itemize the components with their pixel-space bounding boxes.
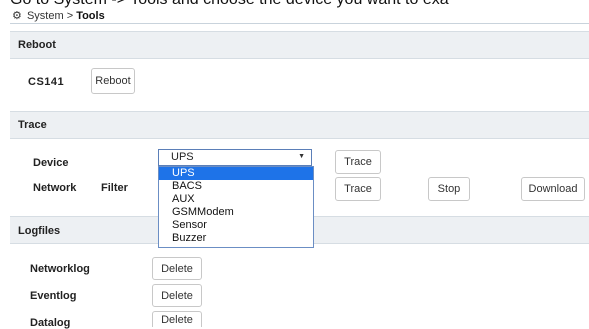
device-select[interactable]: UPS ▼ bbox=[158, 149, 312, 166]
download-button[interactable]: Download bbox=[521, 177, 585, 201]
dropdown-option-gsmmodem[interactable]: GSMModem bbox=[159, 206, 313, 219]
dropdown-option-ups[interactable]: UPS bbox=[159, 167, 313, 181]
dropdown-option-sensor[interactable]: Sensor bbox=[159, 219, 313, 232]
dropdown-option-buzzer[interactable]: Buzzer bbox=[159, 232, 313, 245]
device-trace-button[interactable]: Trace bbox=[335, 150, 381, 174]
filter-label: Filter bbox=[101, 182, 128, 194]
network-trace-button[interactable]: Trace bbox=[335, 177, 381, 201]
network-label: Network bbox=[33, 182, 77, 194]
stop-button[interactable]: Stop bbox=[428, 177, 470, 201]
reboot-device-label: CS141 bbox=[28, 76, 65, 88]
eventlog-label: Eventlog bbox=[30, 290, 77, 302]
breadcrumb-separator: > bbox=[66, 10, 74, 22]
caret-down-icon: ▼ bbox=[298, 153, 305, 160]
datalog-label: Datalog bbox=[30, 317, 71, 329]
device-dropdown-list: UPS BACS AUX GSMModem Sensor Buzzer bbox=[158, 166, 314, 248]
gear-icon: ⚙ bbox=[12, 10, 22, 22]
eventlog-delete-button[interactable]: Delete bbox=[152, 284, 202, 307]
breadcrumb-root[interactable]: System bbox=[27, 10, 64, 22]
dropdown-option-aux[interactable]: AUX bbox=[159, 193, 313, 206]
breadcrumb-current: Tools bbox=[76, 10, 105, 22]
trace-section-title: Trace bbox=[18, 119, 47, 131]
logfiles-section-title: Logfiles bbox=[18, 225, 61, 237]
device-label: Device bbox=[33, 157, 69, 169]
reboot-button[interactable]: Reboot bbox=[91, 68, 135, 94]
datalog-delete-button[interactable]: Delete bbox=[152, 311, 202, 327]
reboot-section-title: Reboot bbox=[18, 39, 56, 51]
networklog-label: Networklog bbox=[30, 263, 90, 275]
breadcrumb-divider bbox=[10, 23, 589, 24]
dropdown-option-bacs[interactable]: BACS bbox=[159, 180, 313, 193]
trace-section-header bbox=[10, 111, 589, 139]
instruction-caption: Go to System -> Tools and choose the dev… bbox=[10, 0, 449, 9]
device-select-value: UPS bbox=[171, 151, 194, 163]
breadcrumb: ⚙ System > Tools bbox=[12, 9, 105, 22]
reboot-section-header bbox=[10, 31, 589, 59]
networklog-delete-button[interactable]: Delete bbox=[152, 257, 202, 280]
